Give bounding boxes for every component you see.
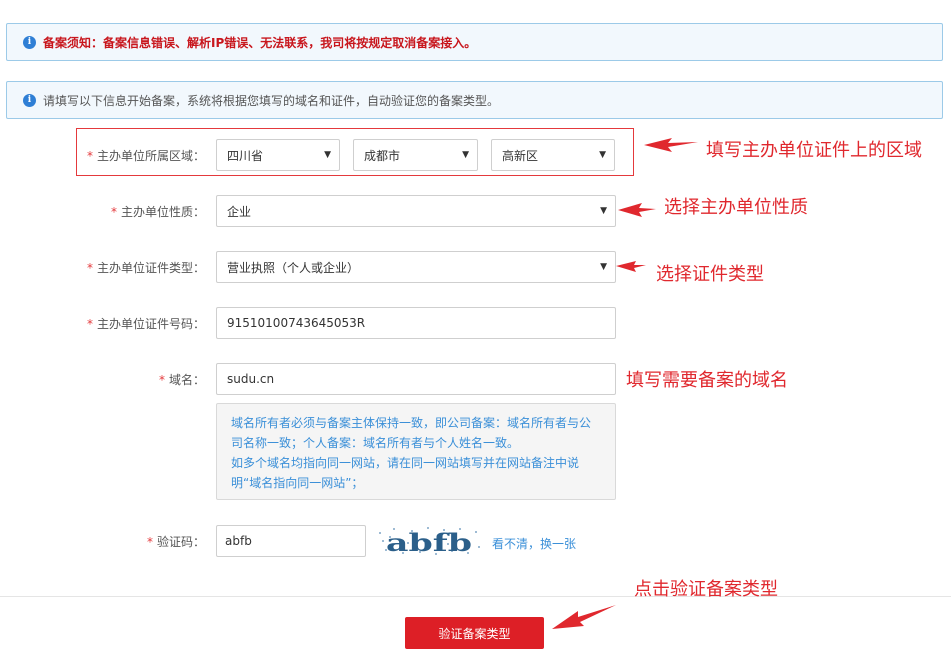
captcha-input[interactable]: abfb — [216, 525, 366, 557]
domain-hint-line: 司名称一致；个人备案：域名所有者与个人姓名一致。 — [231, 436, 520, 450]
district-select[interactable]: 高新区 ▼ — [491, 139, 615, 171]
annotation-region: 填写主办单位证件上的区域 — [706, 140, 922, 161]
chevron-down-icon: ▼ — [462, 150, 469, 160]
domain-hint-line: 域名所有者必须与备案主体保持一致，即公司备案：域名所有者与公 — [231, 416, 592, 430]
cert-type-label: * 主办单位证件类型： — [86, 261, 205, 275]
nature-select[interactable]: 企业 ▼ — [216, 195, 616, 227]
annotation-domain: 填写需要备案的域名 — [626, 370, 788, 391]
cert-type-select[interactable]: 营业执照（个人或企业） ▼ — [216, 251, 616, 283]
warning-notice: i 备案须知：备案信息错误、解析IP错误、无法联系，我司将按规定取消备案接入。 — [6, 23, 943, 61]
cert-number-label: * 主办单位证件号码： — [86, 317, 205, 331]
arrow-icon — [616, 261, 646, 272]
captcha-label: * 验证码： — [146, 535, 205, 549]
region-label: * 主办单位所属区域： — [86, 149, 205, 163]
refresh-captcha-link[interactable]: 看不清，换一张 — [492, 535, 576, 552]
chevron-down-icon: ▼ — [600, 206, 607, 216]
info-icon: i — [23, 93, 36, 107]
cert-number-value: 91510100743645053R — [227, 316, 366, 330]
domain-label: * 域名： — [158, 373, 205, 387]
chevron-down-icon: ▼ — [600, 262, 607, 272]
arrow-icon — [644, 138, 698, 152]
district-value: 高新区 — [502, 148, 539, 163]
arrow-icon — [552, 605, 616, 629]
nature-label: * 主办单位性质： — [110, 205, 205, 219]
domain-hint-box: 域名所有者必须与备案主体保持一致，即公司备案：域名所有者与公 司名称一致；个人备… — [216, 403, 616, 500]
captcha-image[interactable]: abfb — [376, 525, 482, 557]
domain-hint-line: 如多个域名均指向同一网站，请在同一网站填写并在网站备注中说 — [231, 456, 580, 470]
annotation-nature: 选择主办单位性质 — [664, 197, 808, 218]
annotation-submit: 点击验证备案类型 — [634, 579, 778, 600]
city-select[interactable]: 成都市 ▼ — [353, 139, 478, 171]
captcha-image-text: abfb — [386, 528, 472, 557]
captcha-value: abfb — [225, 534, 252, 548]
verify-record-type-button[interactable]: 验证备案类型 — [405, 617, 544, 649]
info-icon: i — [23, 35, 36, 49]
info-notice-text: 请填写以下信息开始备案，系统将根据您填写的域名和证件，自动验证您的备案类型。 — [43, 93, 500, 108]
chevron-down-icon: ▼ — [599, 150, 606, 160]
province-select[interactable]: 四川省 ▼ — [216, 139, 340, 171]
info-notice: i 请填写以下信息开始备案，系统将根据您填写的域名和证件，自动验证您的备案类型。 — [6, 81, 943, 119]
arrow-icon — [618, 203, 656, 217]
province-value: 四川省 — [227, 148, 264, 163]
nature-value: 企业 — [227, 204, 252, 219]
domain-value: sudu.cn — [227, 372, 275, 386]
city-value: 成都市 — [364, 148, 401, 163]
cert-number-input[interactable]: 91510100743645053R — [216, 307, 616, 339]
domain-input[interactable]: sudu.cn — [216, 363, 616, 395]
warning-notice-text: 备案须知：备案信息错误、解析IP错误、无法联系，我司将按规定取消备案接入。 — [43, 35, 477, 50]
chevron-down-icon: ▼ — [324, 150, 331, 160]
annotation-cert-type: 选择证件类型 — [656, 264, 764, 285]
domain-hint-line: 明“域名指向同一网站”； — [231, 476, 364, 490]
cert-type-value: 营业执照（个人或企业） — [227, 260, 360, 275]
footer-divider — [0, 596, 951, 597]
